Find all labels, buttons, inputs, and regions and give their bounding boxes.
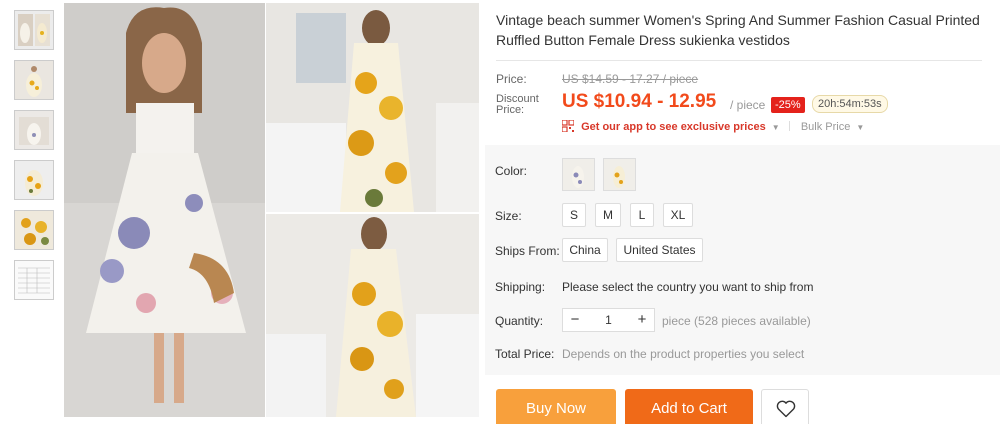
size-option-m[interactable]: M — [595, 203, 621, 227]
ships-from-label: Ships From: — [495, 244, 560, 258]
qr-code-icon — [561, 119, 575, 133]
countdown-timer: 20h:54m:53s — [812, 95, 888, 113]
ships-from-united-states[interactable]: United States — [616, 238, 703, 262]
product-photo-top[interactable] — [266, 3, 479, 212]
color-option-2[interactable] — [603, 158, 636, 191]
original-price: US $14.59 - 17.27 / piece — [562, 72, 699, 86]
thumbnail-5[interactable] — [14, 210, 54, 250]
size-label: Size: — [495, 209, 522, 223]
size-option-s[interactable]: S — [562, 203, 586, 227]
caret-down-icon: ▼ — [771, 123, 780, 132]
total-price-label: Total Price: — [495, 347, 555, 361]
price-label: Price: — [496, 72, 527, 86]
thumbnail-3[interactable] — [14, 110, 54, 150]
options-panel: Color: Size: S M L XL Ships From: China … — [485, 145, 1000, 375]
main-product-photo[interactable] — [64, 3, 265, 417]
discount-badge: -25% — [771, 97, 805, 113]
add-to-cart-button[interactable]: Add to Cart — [625, 389, 753, 424]
discount-price-row: Discount Price: US $10.94 - 12.95 / piec… — [496, 91, 986, 118]
thumbnail-size-chart[interactable] — [14, 260, 54, 300]
product-photo-bottom[interactable] — [266, 214, 479, 417]
wishlist-button[interactable] — [761, 389, 809, 424]
quantity-label: Quantity: — [495, 314, 544, 328]
thumbnail-1[interactable] — [14, 10, 54, 50]
buy-now-button[interactable]: Buy Now — [496, 389, 616, 424]
quantity-increase-button[interactable]: + — [630, 309, 654, 331]
thumbnail-list — [14, 10, 58, 310]
quantity-decrease-button[interactable]: − — [563, 309, 587, 331]
size-option-xl[interactable]: XL — [663, 203, 693, 227]
size-option-l[interactable]: L — [630, 203, 654, 227]
thumbnail-2[interactable] — [14, 60, 54, 100]
discount-price: US $10.94 - 12.95 — [562, 91, 717, 112]
product-image-gallery[interactable] — [64, 3, 479, 417]
per-unit: / piece — [730, 98, 766, 112]
app-promo-row: Get our app to see exclusive prices ▼ Bu… — [561, 119, 870, 133]
color-option-1[interactable] — [562, 158, 595, 191]
bulk-price-link[interactable]: Bulk Price — [801, 121, 851, 133]
color-label: Color: — [495, 164, 528, 178]
discount-price-label: Discount Price: — [496, 93, 539, 116]
product-page: Vintage beach summer Women's Spring And … — [0, 0, 1000, 424]
quantity-availability: piece (528 pieces available) — [662, 314, 811, 328]
thumbnail-4[interactable] — [14, 160, 54, 200]
shipping-info: Please select the country you want to sh… — [562, 280, 814, 294]
divider — [788, 121, 790, 131]
product-title: Vintage beach summer Women's Spring And … — [496, 12, 980, 48]
total-price-info: Depends on the product properties you se… — [562, 347, 805, 361]
heart-icon — [776, 400, 796, 418]
quantity-input[interactable]: 1 — [587, 309, 630, 331]
product-info: Vintage beach summer Women's Spring And … — [496, 10, 986, 133]
quantity-stepper: − 1 + — [562, 308, 655, 332]
divider — [496, 60, 982, 61]
ships-from-china[interactable]: China — [562, 238, 608, 262]
original-price-row: Price: US $14.59 - 17.27 / piece — [496, 72, 698, 86]
shipping-label: Shipping: — [495, 280, 546, 294]
app-prices-link[interactable]: Get our app to see exclusive prices — [581, 121, 766, 133]
caret-down-icon: ▼ — [856, 123, 865, 132]
